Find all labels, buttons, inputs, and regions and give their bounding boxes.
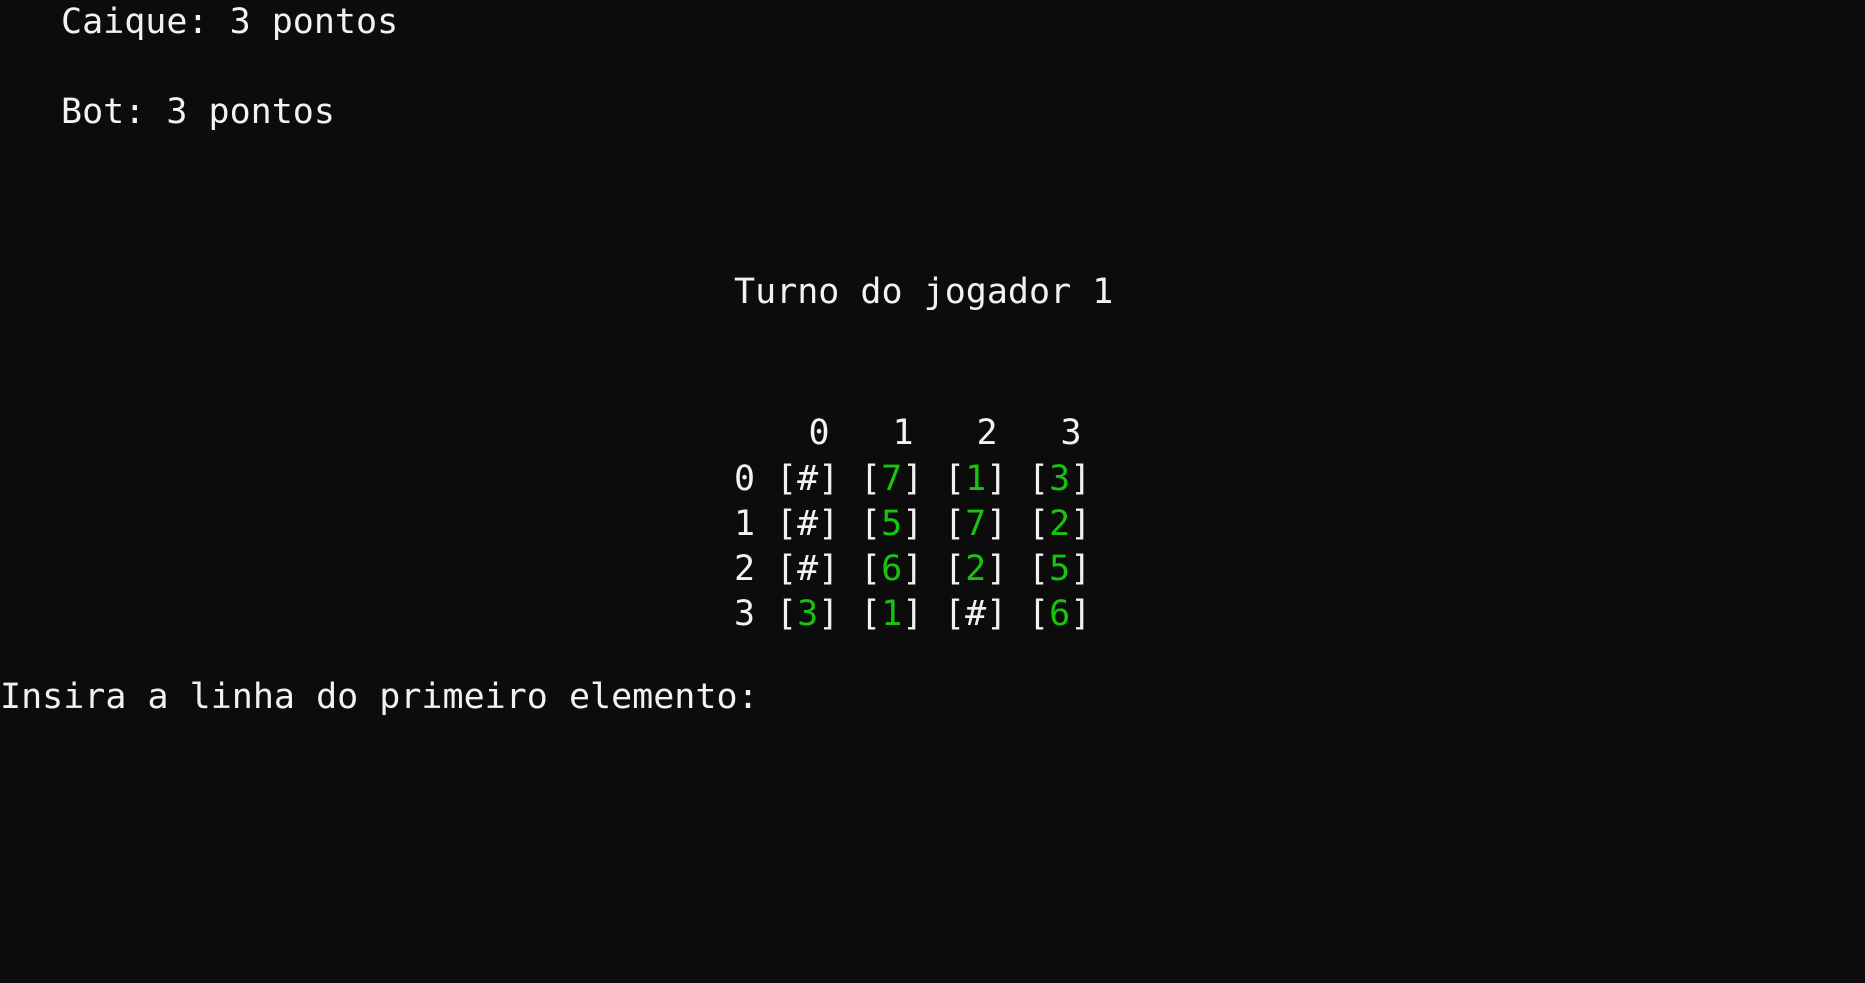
board-cell: [#] xyxy=(944,594,1008,634)
column-label: 2 xyxy=(976,413,998,453)
board-cell: [3] xyxy=(776,594,840,634)
player-score: Caique: 3 pontos xyxy=(61,2,399,42)
row-label: 1 xyxy=(734,504,756,544)
board-cell: [5] xyxy=(1028,549,1092,589)
game-board: 0 1 2 3 0 [#] [7] [1] [3] 1 [#] [5] [7] … xyxy=(734,410,1112,637)
cell-value: # xyxy=(797,504,819,544)
input-prompt[interactable]: Insira a linha do primeiro elemento: xyxy=(0,680,759,715)
row-label: 0 xyxy=(734,459,756,499)
cell-value: 1 xyxy=(965,459,987,499)
board-cell: [6] xyxy=(1028,594,1092,634)
cell-value: 6 xyxy=(1049,594,1071,634)
board-row: 2 [#] [6] [2] [5] xyxy=(734,547,1112,592)
board-row: 3 [3] [1] [#] [6] xyxy=(734,592,1112,637)
turn-indicator: Turno do jogador 1 xyxy=(734,272,1114,312)
cell-value: 1 xyxy=(881,594,903,634)
cell-value: 5 xyxy=(1049,549,1071,589)
board-cell: [7] xyxy=(944,504,1008,544)
board-cell: [#] xyxy=(776,549,840,589)
cell-value: 7 xyxy=(881,459,903,499)
board-row: 1 [#] [5] [7] [2] xyxy=(734,502,1112,547)
terminal-window: { "scoreboard": { "player": "Caique: 3 p… xyxy=(0,0,1865,983)
cell-value: 3 xyxy=(797,594,819,634)
cell-value: # xyxy=(797,549,819,589)
board-cell: [7] xyxy=(860,459,924,499)
board-cell: [3] xyxy=(1028,459,1092,499)
column-header-row: 0 1 2 3 xyxy=(734,410,1112,457)
cell-value: 2 xyxy=(965,549,987,589)
board-cell: [1] xyxy=(860,594,924,634)
cell-value: 7 xyxy=(965,504,987,544)
cell-value: # xyxy=(965,594,987,634)
cell-value: 3 xyxy=(1049,459,1071,499)
column-label: 0 xyxy=(808,413,830,453)
cell-value: 2 xyxy=(1049,504,1071,544)
board-row: 0 [#] [7] [1] [3] xyxy=(734,457,1112,502)
header-corner xyxy=(734,416,776,451)
cell-value: 6 xyxy=(881,549,903,589)
board-cell: [#] xyxy=(776,459,840,499)
row-label: 3 xyxy=(734,594,756,634)
cell-value: 5 xyxy=(881,504,903,544)
board-cell: [2] xyxy=(1028,504,1092,544)
bot-score: Bot: 3 pontos xyxy=(61,92,335,132)
column-label: 1 xyxy=(892,413,914,453)
board-cell: [#] xyxy=(776,504,840,544)
row-label: 2 xyxy=(734,549,756,589)
board-cell: [5] xyxy=(860,504,924,544)
cell-value: # xyxy=(797,459,819,499)
board-cell: [1] xyxy=(944,459,1008,499)
board-cell: [2] xyxy=(944,549,1008,589)
column-label: 3 xyxy=(1060,413,1082,453)
board-cell: [6] xyxy=(860,549,924,589)
